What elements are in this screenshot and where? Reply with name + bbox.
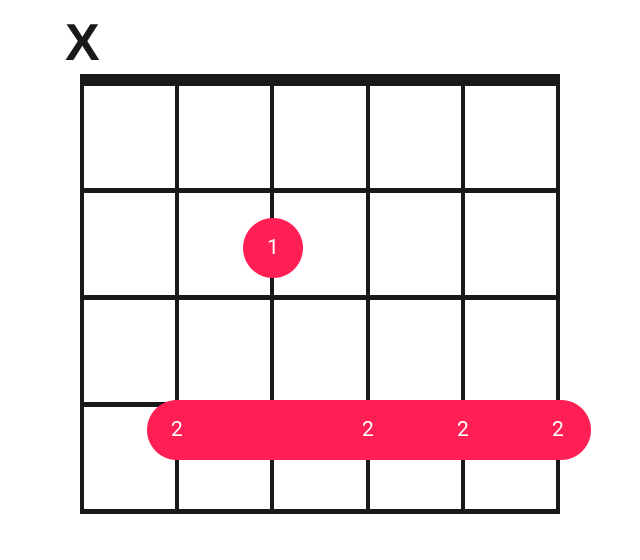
barre-label-s2: 2 <box>171 420 183 441</box>
barre-label-s5: 2 <box>457 420 469 441</box>
fret-2 <box>80 295 560 300</box>
mute-marker-string-6: X <box>65 17 100 69</box>
barre-label-s4: 2 <box>362 420 374 441</box>
finger-dot-1: 1 <box>243 218 303 278</box>
nut <box>80 74 560 86</box>
finger-dot-label: 1 <box>267 236 279 260</box>
fret-4 <box>80 509 560 514</box>
fret-1 <box>80 188 560 193</box>
string-6 <box>80 74 84 514</box>
chord-diagram: X 1 2 2 2 2 <box>0 0 640 560</box>
barre-label-s6: 2 <box>552 420 564 441</box>
